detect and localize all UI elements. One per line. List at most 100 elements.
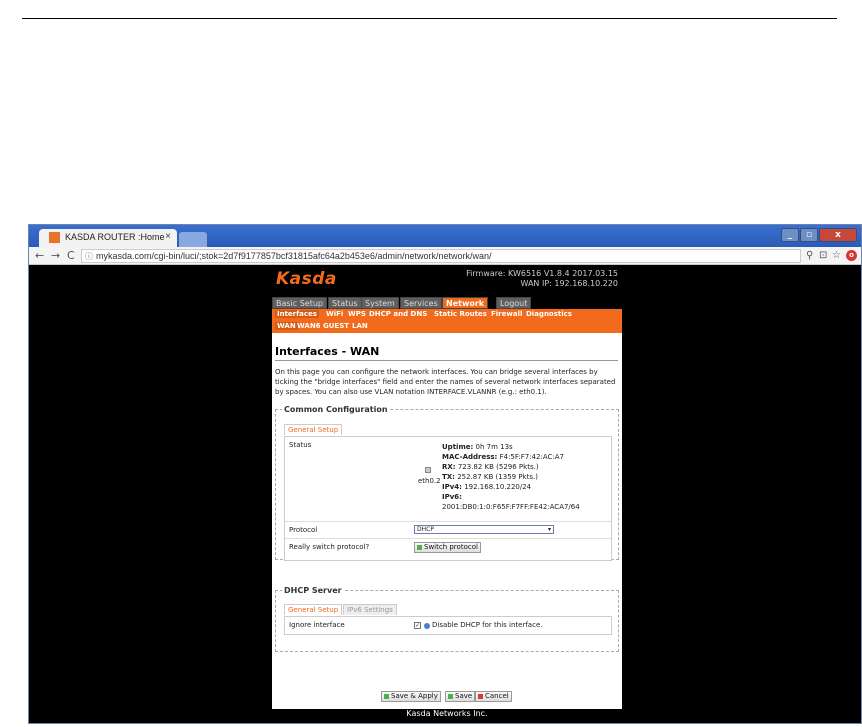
subnav-static-routes[interactable]: Static Routes bbox=[434, 310, 487, 318]
ipv4-row: IPv4: 192.168.10.220/24 bbox=[442, 482, 580, 492]
subnav-lan[interactable]: LAN bbox=[352, 322, 368, 330]
extension-icon[interactable]: o bbox=[846, 250, 857, 261]
zoom-icon[interactable]: ⚲ bbox=[806, 250, 813, 261]
subnav-wan6[interactable]: WAN6 bbox=[297, 322, 321, 330]
ipv4-key: IPv4: bbox=[442, 483, 462, 491]
browser-window: KASDA ROUTER :Home × _ ▫ x ← → C ⓘ mykas… bbox=[28, 224, 862, 724]
status-label: Status bbox=[289, 441, 312, 449]
rx-key: RX: bbox=[442, 463, 456, 471]
subnav-interfaces[interactable]: Interfaces bbox=[275, 310, 319, 318]
nav-logout[interactable]: Logout bbox=[496, 297, 532, 309]
ignore-interface-checkbox[interactable]: ✓ bbox=[414, 622, 421, 629]
nav-basic-setup[interactable]: Basic Setup bbox=[272, 297, 328, 309]
nav-network[interactable]: Network bbox=[442, 297, 489, 309]
protocol-value: DHCP bbox=[417, 526, 434, 533]
site-info-icon[interactable]: ⓘ bbox=[85, 251, 93, 262]
tx-key: TX: bbox=[442, 473, 455, 481]
wan-ip: WAN IP: 192.168.10.220 bbox=[520, 279, 618, 288]
ignore-interface-text: Disable DHCP for this interface. bbox=[432, 621, 543, 629]
subnav-guest[interactable]: GUEST bbox=[323, 322, 349, 330]
switch-protocol-button[interactable]: Switch protocol bbox=[414, 542, 481, 553]
protocol-label: Protocol bbox=[289, 526, 318, 534]
cancel-button[interactable]: Cancel bbox=[475, 691, 512, 702]
save-text: Save bbox=[455, 692, 473, 700]
uptime-key: Uptime: bbox=[442, 443, 474, 451]
nav-services[interactable]: Services bbox=[400, 297, 442, 309]
save-icon bbox=[448, 694, 453, 699]
firmware-version: Firmware: KW6516 V1.8.4 2017.03.15 bbox=[466, 269, 618, 278]
cancel-text: Cancel bbox=[485, 692, 509, 700]
mac-value: F4:5F:F7:42:AC:A7 bbox=[499, 453, 564, 461]
bookmark-star-icon[interactable]: ☆ bbox=[832, 250, 841, 261]
main-content: Interfaces - WAN On this page you can co… bbox=[272, 333, 622, 683]
network-port-icon bbox=[425, 467, 431, 473]
kasda-logo: Kasda bbox=[276, 269, 337, 289]
ipv6-key: IPv6: bbox=[442, 493, 462, 501]
switch-protocol-text: Switch protocol bbox=[424, 543, 478, 551]
interface-name: eth0.2 bbox=[418, 477, 441, 485]
subnav-wifi[interactable]: WiFi bbox=[326, 310, 343, 318]
config-table: Status eth0.2 Uptime: 0h 7m 13s MAC-Addr… bbox=[284, 436, 612, 561]
browser-tab[interactable]: KASDA ROUTER :Home × bbox=[39, 229, 177, 247]
dhcp-server-section: DHCP Server General Setup IPv6 Settings … bbox=[275, 586, 619, 652]
ignore-interface-label: Ignore interface bbox=[289, 621, 345, 629]
tab-general-setup[interactable]: General Setup bbox=[284, 424, 343, 435]
cancel-icon bbox=[478, 694, 483, 699]
dhcp-table: Ignore interface ✓ Disable DHCP for this… bbox=[284, 616, 612, 635]
common-configuration-section: Common Configuration General Setup Statu… bbox=[275, 405, 619, 561]
ipv6-row: IPv6: bbox=[442, 492, 580, 502]
ipv4-value: 192.168.10.220/24 bbox=[464, 483, 532, 491]
tab-title: KASDA ROUTER :Home bbox=[65, 232, 165, 242]
tx-row: TX: 252.87 KB (1359 Pkts.) bbox=[442, 472, 580, 482]
common-configuration-legend: Common Configuration bbox=[284, 405, 388, 414]
nav-system[interactable]: System bbox=[361, 297, 399, 309]
url-input[interactable]: ⓘ mykasda.com/cgi-bin/luci/;stok=2d7f917… bbox=[81, 249, 801, 263]
close-window-icon[interactable]: x bbox=[819, 228, 857, 242]
subnav-wan[interactable]: WAN bbox=[275, 322, 298, 330]
page-description: On this page you can configure the netwo… bbox=[275, 368, 616, 396]
save-apply-button[interactable]: Save & Apply bbox=[381, 691, 441, 702]
apply-icon bbox=[417, 545, 422, 550]
network-subnav: Interfaces WiFi WPS DHCP and DNS Static … bbox=[272, 309, 622, 321]
router-page: Kasda Firmware: KW6516 V1.8.4 2017.03.15… bbox=[272, 265, 622, 723]
tab-dhcp-general-setup[interactable]: General Setup bbox=[284, 604, 343, 615]
back-icon[interactable]: ← bbox=[35, 249, 44, 262]
tx-value: 252.87 KB (1359 Pkts.) bbox=[457, 473, 538, 481]
save-apply-icon bbox=[384, 694, 389, 699]
dropdown-arrow-icon: ▾ bbox=[547, 526, 551, 533]
ipv6-value: 2001:DB0:1:0:F65F:F7FF:FE42:ACA7/64 bbox=[442, 503, 580, 511]
page-title: Interfaces - WAN bbox=[275, 345, 380, 358]
subnav-firewall[interactable]: Firewall bbox=[491, 310, 522, 318]
mac-row: MAC-Address: F4:5F:F7:42:AC:A7 bbox=[442, 452, 580, 462]
tab-close-icon[interactable]: × bbox=[165, 231, 171, 242]
switch-protocol-label: Really switch protocol? bbox=[289, 543, 370, 551]
kasda-favicon-icon bbox=[49, 232, 60, 243]
address-bar: ← → C ⓘ mykasda.com/cgi-bin/luci/;stok=2… bbox=[29, 247, 861, 265]
translate-icon[interactable]: ⊡ bbox=[819, 250, 827, 261]
rx-value: 723.82 KB (5296 Pkts.) bbox=[457, 463, 539, 471]
row-divider bbox=[285, 521, 611, 522]
interfaces-subnav: WAN WAN6 GUEST LAN bbox=[272, 321, 622, 333]
save-button[interactable]: Save bbox=[445, 691, 476, 702]
tab-bar: KASDA ROUTER :Home × _ ▫ x bbox=[29, 225, 861, 247]
subnav-wps[interactable]: WPS bbox=[348, 310, 366, 318]
url-text: mykasda.com/cgi-bin/luci/;stok=2d7f91778… bbox=[96, 251, 492, 261]
minimize-icon[interactable]: _ bbox=[781, 228, 799, 242]
interface-status: Uptime: 0h 7m 13s MAC-Address: F4:5F:F7:… bbox=[442, 442, 580, 512]
info-icon bbox=[424, 623, 430, 629]
protocol-select[interactable]: DHCP ▾ bbox=[414, 525, 554, 534]
action-bar: Save & Apply Save Cancel bbox=[272, 683, 622, 709]
row-divider bbox=[285, 538, 611, 539]
uptime-row: Uptime: 0h 7m 13s bbox=[442, 442, 580, 452]
new-tab-button[interactable] bbox=[179, 232, 207, 247]
firmware-info: Firmware: KW6516 V1.8.4 2017.03.15 WAN I… bbox=[466, 269, 618, 289]
subnav-diagnostics[interactable]: Diagnostics bbox=[526, 310, 572, 318]
tab-ipv6-settings[interactable]: IPv6 Settings bbox=[343, 604, 397, 615]
subnav-dhcp-dns[interactable]: DHCP and DNS bbox=[369, 310, 427, 318]
reload-icon[interactable]: C bbox=[67, 249, 75, 262]
save-apply-text: Save & Apply bbox=[391, 692, 438, 700]
nav-status[interactable]: Status bbox=[328, 297, 362, 309]
title-divider bbox=[275, 360, 618, 361]
maximize-icon[interactable]: ▫ bbox=[800, 228, 818, 242]
forward-icon[interactable]: → bbox=[51, 249, 60, 262]
